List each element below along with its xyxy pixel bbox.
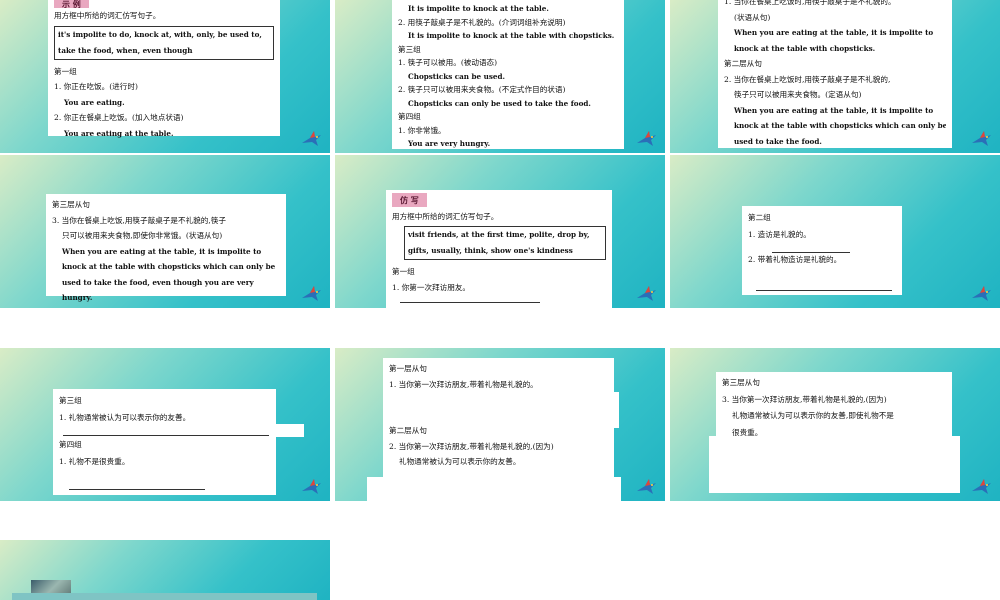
slide-content-card: 第二组 1. 造访是礼貌的。 2. 带着礼物造访是礼貌的。 <box>742 206 902 295</box>
word-box: visit friends, at the first time, polite… <box>404 226 606 260</box>
level-heading: 第三层从句 <box>52 200 90 209</box>
question-text: 1. 你第一次拜访朋友。 <box>392 282 471 292</box>
slide-thumbnail-1[interactable]: 示 例 用方框中所给的词汇仿写句子。 it's impolite to do, … <box>0 0 330 153</box>
group-heading: 第一组 <box>392 267 415 276</box>
slide-thumbnail-3[interactable]: 1. 当你在餐桌上吃饭时,用筷子敲桌子是不礼貌的。 (状语从句) When yo… <box>670 0 1000 153</box>
question-text: 礼物通常被认为可以表示你的友善,即使礼物不是 <box>732 411 894 420</box>
answer-text: Chopsticks can only be used to take the … <box>408 98 591 108</box>
question-text: 2. 用筷子敲桌子是不礼貌的。(介词词组补充说明) <box>398 17 566 27</box>
answer-text: It is impolite to knock at the table wit… <box>408 31 615 40</box>
slide-thumbnail-2[interactable]: It is impolite to knock at the table. 2.… <box>335 0 665 153</box>
question-note: (状语从句) <box>734 12 771 22</box>
text-mask-block <box>709 436 960 493</box>
question-text: 1. 当你第一次拜访朋友,带着礼物是礼貌的。 <box>389 379 538 389</box>
answer-text: used to take the food. <box>734 136 822 146</box>
slide-thumbnail-4[interactable]: 第三层从句 3. 当你在餐桌上吃饭,用筷子敲桌子是不礼貌的,筷子 只可以被用来夹… <box>0 155 330 308</box>
slide-content-card: 示 例 用方框中所给的词汇仿写句子。 it's impolite to do, … <box>48 0 280 138</box>
question-text: 3. 当你在餐桌上吃饭,用筷子敲桌子是不礼貌的,筷子 <box>52 215 226 225</box>
parrot-icon <box>637 131 656 146</box>
word-box-line: take the food, when, even though <box>58 45 193 55</box>
question-text: 1. 造访是礼貌的。 <box>748 230 811 239</box>
text-mask-block <box>367 477 621 501</box>
question-text: 2. 筷子只可以被用来夹食物。(不定式作目的状语) <box>398 85 566 94</box>
parrot-icon <box>972 131 991 146</box>
word-box-line: visit friends, at the first time, polite… <box>408 230 590 239</box>
slide-content-card: It is impolite to knock at the table. 2.… <box>392 0 624 149</box>
slide-thumbnail-7[interactable]: 第三组 1. 礼物通常被认为可以表示你的友善。 第四组 1. 礼物不是很贵重。 <box>0 348 330 501</box>
section-tag: 示 例 <box>54 0 89 8</box>
question-text: 1. 你非常饿。 <box>398 125 446 135</box>
slide-thumbnail-10[interactable] <box>0 540 330 600</box>
word-box: it's impolite to do, knock at, with, onl… <box>54 25 274 60</box>
parrot-icon <box>302 131 321 146</box>
answer-blank-line <box>772 252 850 253</box>
parrot-icon <box>972 286 991 301</box>
parrot-icon <box>302 286 321 301</box>
section-tag: 仿 写 <box>392 193 427 207</box>
answer-text: knock at the table with chopsticks which… <box>734 121 946 130</box>
answer-blank-line <box>756 290 892 291</box>
question-text: 2. 当你在餐桌上吃饭时,用筷子敲桌子是不礼貌的, <box>724 74 891 84</box>
group-heading: 第三组 <box>398 44 421 54</box>
question-text: 只可以被用来夹食物,即使你非常饿。(状语从句) <box>62 231 223 240</box>
parrot-icon <box>637 286 656 301</box>
slide-content-card: 仿 写 用方框中所给的词汇仿写句子。 visit friends, at the… <box>386 190 612 308</box>
slide-content-card: 1. 当你在餐桌上吃饭时,用筷子敲桌子是不礼貌的。 (状语从句) When yo… <box>718 0 952 148</box>
answer-text: When you are eating at the table, it is … <box>62 246 262 256</box>
group-heading: 第三组 <box>59 396 82 405</box>
answer-text: It is impolite to knock at the table. <box>408 4 549 13</box>
answer-text: knock at the table with chopsticks. <box>734 43 876 53</box>
question-text: 2. 当你第一次拜访朋友,带着礼物是礼貌的,(因为) <box>389 441 554 451</box>
question-text: 1. 筷子可以被用。(被动语态) <box>398 58 498 67</box>
group-heading: 第一组 <box>54 66 77 76</box>
answer-text: knock at the table with chopsticks which… <box>62 262 276 271</box>
answer-text: When you are eating at the table, it is … <box>734 105 934 115</box>
answer-blank-line <box>63 435 269 436</box>
group-heading: 第四组 <box>398 112 421 121</box>
text-mask-block <box>276 424 304 437</box>
word-box-line: gifts, usually, think, show one's kindne… <box>408 246 573 255</box>
slide-bottom-bar <box>12 593 317 600</box>
parrot-icon <box>302 479 321 494</box>
slide-content-card: 第三层从句 3. 当你在餐桌上吃饭,用筷子敲桌子是不礼貌的,筷子 只可以被用来夹… <box>46 194 286 302</box>
answer-blank-line <box>400 302 540 303</box>
group-heading: 第二组 <box>748 213 771 222</box>
answer-text: used to take the food, even though you a… <box>62 277 254 287</box>
answer-blank-line <box>69 489 205 490</box>
question-text: 1. 你正在吃饭。(进行时) <box>54 82 138 91</box>
question-text: 1. 礼物通常被认为可以表示你的友善。 <box>59 413 191 422</box>
question-text: 筷子只可以被用来夹食物。(定语从句) <box>734 90 862 99</box>
answer-text: Chopsticks can be used. <box>408 71 506 81</box>
slide-content-card: 第三组 1. 礼物通常被认为可以表示你的友善。 第四组 1. 礼物不是很贵重。 <box>53 389 276 495</box>
question-text: 1. 礼物不是很贵重。 <box>59 457 130 466</box>
question-text: 2. 带着礼物造访是礼貌的。 <box>748 255 842 264</box>
instruction-text: 用方框中所给的词汇仿写句子。 <box>392 211 499 221</box>
question-text: 1. 当你在餐桌上吃饭时,用筷子敲桌子是不礼貌的。 <box>724 0 896 6</box>
answer-text: You are very hungry. <box>408 139 491 148</box>
text-mask-block <box>613 392 619 428</box>
answer-text: hungry. <box>62 293 93 302</box>
level-heading: 第三层从句 <box>722 378 760 387</box>
instruction-text: 用方框中所给的词汇仿写句子。 <box>54 11 161 20</box>
slide-thumbnail-8[interactable]: 第一层从句 1. 当你第一次拜访朋友,带着礼物是礼貌的。 第二层从句 2. 当你… <box>335 348 665 501</box>
level-heading: 第二层从句 <box>724 59 762 68</box>
slide-thumbnail-9[interactable]: 第三层从句 3. 当你第一次拜访朋友,带着礼物是礼貌的,(因为) 礼物通常被认为… <box>670 348 1000 501</box>
slide-thumbnail-6[interactable]: 第二组 1. 造访是礼貌的。 2. 带着礼物造访是礼貌的。 <box>670 155 1000 308</box>
answer-text: When you are eating at the table, it is … <box>734 28 934 37</box>
slide-thumbnail-5[interactable]: 仿 写 用方框中所给的词汇仿写句子。 visit friends, at the… <box>335 155 665 308</box>
word-box-line: it's impolite to do, knock at, with, onl… <box>58 29 262 39</box>
slide-content-card: 第一层从句 1. 当你第一次拜访朋友,带着礼物是礼貌的。 第二层从句 2. 当你… <box>383 358 614 477</box>
parrot-icon <box>972 479 991 494</box>
question-text: 礼物通常被认为可以表示你的友善。 <box>399 457 521 466</box>
question-text: 2. 你正在餐桌上吃饭。(加入地点状语) <box>54 113 184 122</box>
answer-text: You are eating at the table. <box>64 128 174 138</box>
parrot-icon <box>637 479 656 494</box>
question-text: 3. 当你第一次拜访朋友,带着礼物是礼貌的,(因为) <box>722 394 887 404</box>
level-heading: 第一层从句 <box>389 364 427 373</box>
answer-text: You are eating. <box>64 97 125 107</box>
level-heading: 第二层从句 <box>389 426 427 435</box>
slide-content-card: 第三层从句 3. 当你第一次拜访朋友,带着礼物是礼貌的,(因为) 礼物通常被认为… <box>716 372 952 437</box>
group-heading: 第四组 <box>59 440 82 449</box>
